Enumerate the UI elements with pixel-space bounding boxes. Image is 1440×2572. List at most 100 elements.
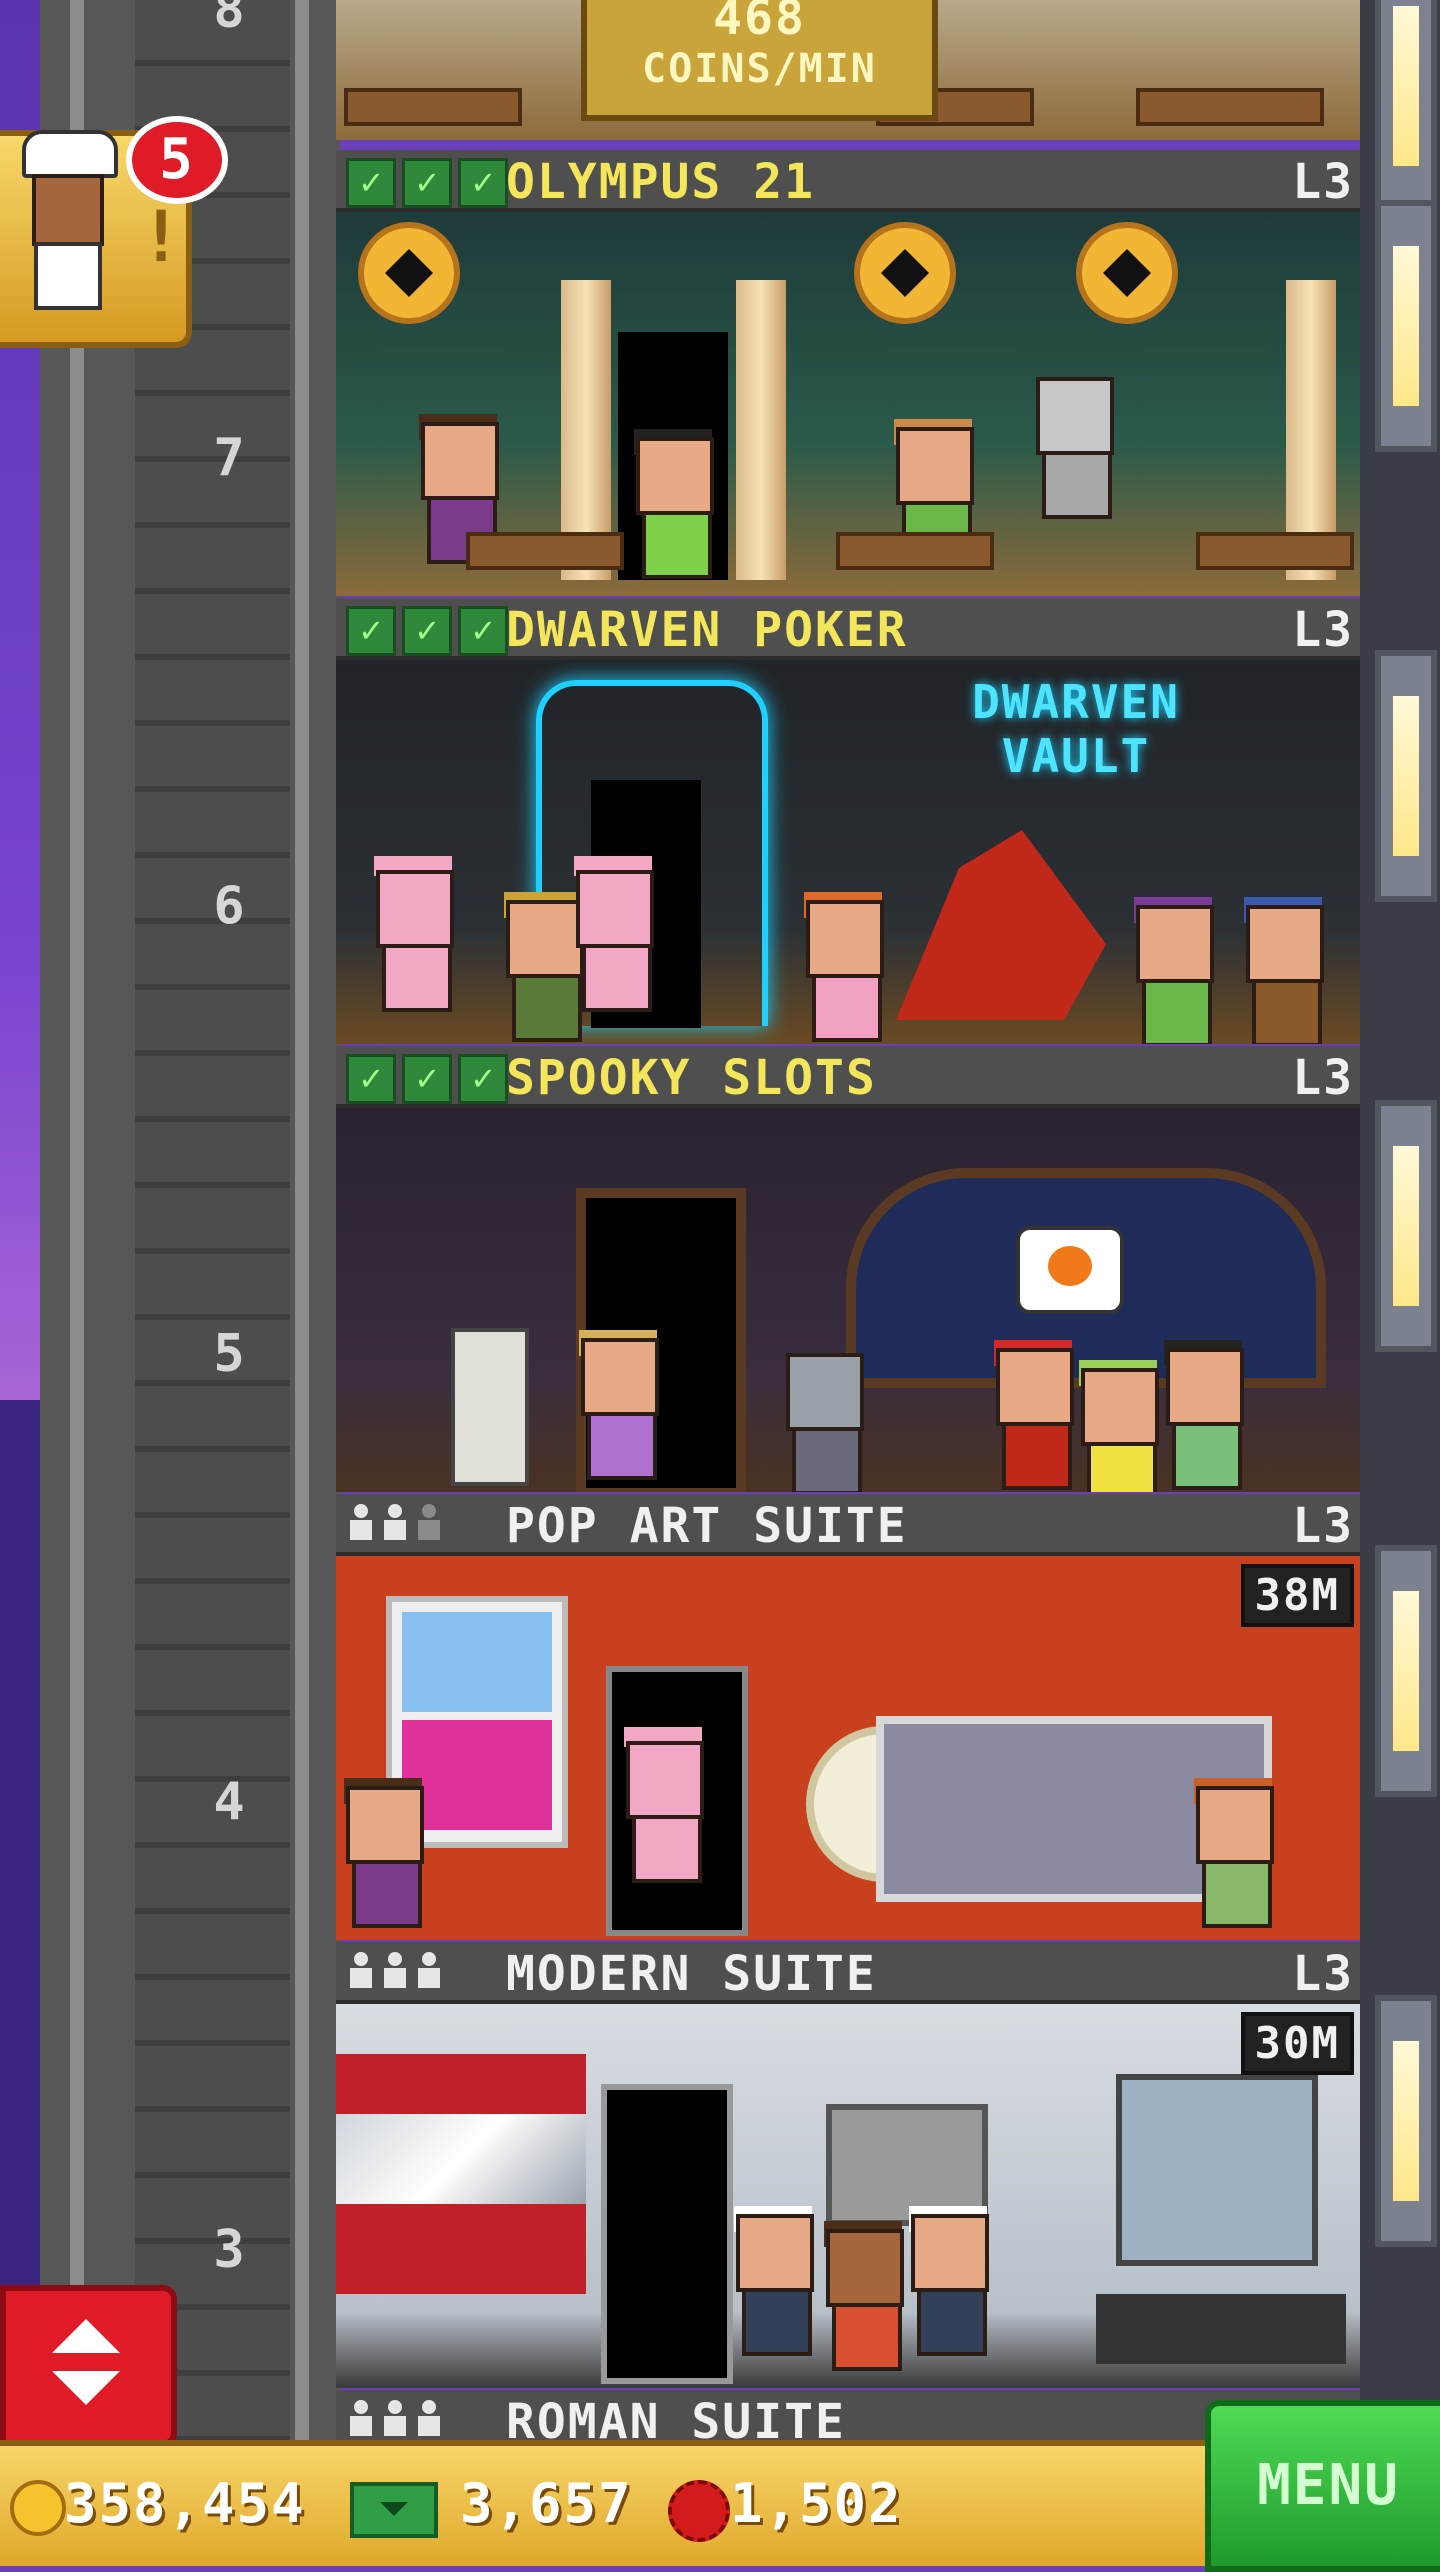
floor-level: L3 [1292,1946,1354,2002]
elevator-shaft[interactable]: 8 7 6 5 4 3 [40,0,340,2440]
floor-8-room[interactable]: 468 COINS/MIN [336,0,1360,140]
floor-name: DWARVEN POKER [506,602,908,658]
income-value: 468 [713,0,806,46]
stock-checks: ✓ ✓ ✓ [346,606,508,656]
shaft-bricks [135,0,290,2440]
floor-level: L3 [1292,602,1354,658]
floor-header: POP ART SUITE L3 [336,1494,1360,1556]
check-icon: ✓ [402,158,452,208]
floor-modern-suite[interactable]: MODERN SUITE L3 30M [336,1942,1360,2390]
floor-number-3: 3 [213,2220,247,2280]
floor-header: ✓ ✓ ✓ SPOOKY SLOTS L3 [336,1046,1360,1108]
floor-spooky-slots[interactable]: ✓ ✓ ✓ SPOOKY SLOTS L3 [336,1046,1360,1494]
city-silhouette [0,1400,40,2440]
spade-medal-icon [358,222,460,324]
window [1375,1995,1437,2247]
resident-indicator [348,1504,440,1542]
check-icon: ✓ [346,158,396,208]
elevator-door [601,2084,733,2384]
shelf [1116,2074,1318,2266]
shaft-rail-right [295,0,309,2440]
resident-icon [382,2400,406,2438]
floor-name: POP ART SUITE [506,1498,908,1554]
notification-count-badge: 5 [126,116,228,204]
shaft-rail-left [70,0,84,2440]
floor-pop-art-suite[interactable]: POP ART SUITE L3 38M [336,1494,1360,1942]
check-icon: ✓ [402,606,452,656]
table [1136,88,1324,126]
gem-icon [668,2480,730,2542]
earnings-badge: 38M [1240,1564,1354,1627]
check-icon: ✓ [346,606,396,656]
floor-header: ✓ ✓ ✓ OLYMPUS 21 L3 [336,150,1360,212]
red-wall-panel [336,2054,586,2294]
resident-icon-empty [416,1504,440,1542]
vault-sign: DWARVEN VAULT [972,675,1180,783]
spade-medal-icon [854,222,956,324]
worker-notification-button[interactable]: ! 5 [0,116,228,348]
floor-level: L3 [1292,1050,1354,1106]
stock-checks: ✓ ✓ ✓ [346,1054,508,1104]
tower-bux-icon [350,2482,438,2538]
slot-machine [451,1328,529,1486]
stock-checks: ✓ ✓ ✓ [346,158,508,208]
floor-number-4: 4 [213,1772,247,1832]
window [1375,0,1437,212]
resident-indicator [348,2400,440,2438]
coin-icon [10,2480,66,2536]
arrow-down-icon [52,2371,120,2405]
resident-indicator [348,1952,440,1990]
table [466,532,624,570]
coins-per-min-sign: 468 COINS/MIN [581,0,938,121]
floor-number-8: 8 [213,0,247,40]
floor-level: L3 [1292,1498,1354,1554]
bed [1096,2294,1346,2364]
arrow-up-icon [52,2319,120,2353]
check-icon: ✓ [458,1054,508,1104]
floor-dwarven-poker[interactable]: ✓ ✓ ✓ DWARVEN POKER L3 DWARVEN VAULT [336,598,1360,1046]
chef-body [34,242,102,310]
resident-icon [382,1504,406,1542]
check-icon: ✓ [458,606,508,656]
column [736,280,786,580]
chef-hat-icon [22,130,118,178]
floor-name: ROMAN SUITE [506,2394,846,2440]
window [1375,200,1437,452]
window [1375,1545,1437,1797]
spade-medal-icon [1076,222,1178,324]
resident-icon [348,1504,372,1542]
income-unit: COINS/MIN [642,46,877,92]
table [1196,532,1354,570]
pumpkin-speech-bubble [1016,1226,1124,1314]
elevator-up-down-button[interactable] [0,2285,177,2447]
floor-header: MODERN SUITE L3 [336,1942,1360,2004]
gems-value: 1,502 [730,2472,903,2535]
resident-icon [348,2400,372,2438]
resident-icon [382,1952,406,1990]
floor-olympus-21[interactable]: ✓ ✓ ✓ OLYMPUS 21 L3 [336,150,1360,598]
resident-icon [348,1952,372,1990]
chef-icon [32,174,104,246]
table [836,532,994,570]
resident-icon [416,1952,440,1990]
table [344,88,522,126]
floor-number-7: 7 [213,428,247,488]
bux-value: 3,657 [460,2472,633,2535]
floor-name: SPOOKY SLOTS [506,1050,877,1106]
alert-icon: ! [140,196,183,278]
floor-number-5: 5 [213,1324,247,1384]
floor-name: MODERN SUITE [506,1946,877,2002]
coins-value: 358,454 [64,2472,306,2535]
resident-icon [416,2400,440,2438]
floor-header: ✓ ✓ ✓ DWARVEN POKER L3 [336,598,1360,660]
check-icon: ✓ [346,1054,396,1104]
check-icon: ✓ [458,158,508,208]
red-dragon [896,830,1106,1020]
window [1375,1100,1437,1352]
window [1375,650,1437,902]
floor-level: L3 [1292,154,1354,210]
floor-name: OLYMPUS 21 [506,154,815,210]
floor-number-6: 6 [213,876,247,936]
earnings-badge: 30M [1240,2012,1354,2075]
menu-button[interactable]: MENU [1205,2400,1440,2572]
